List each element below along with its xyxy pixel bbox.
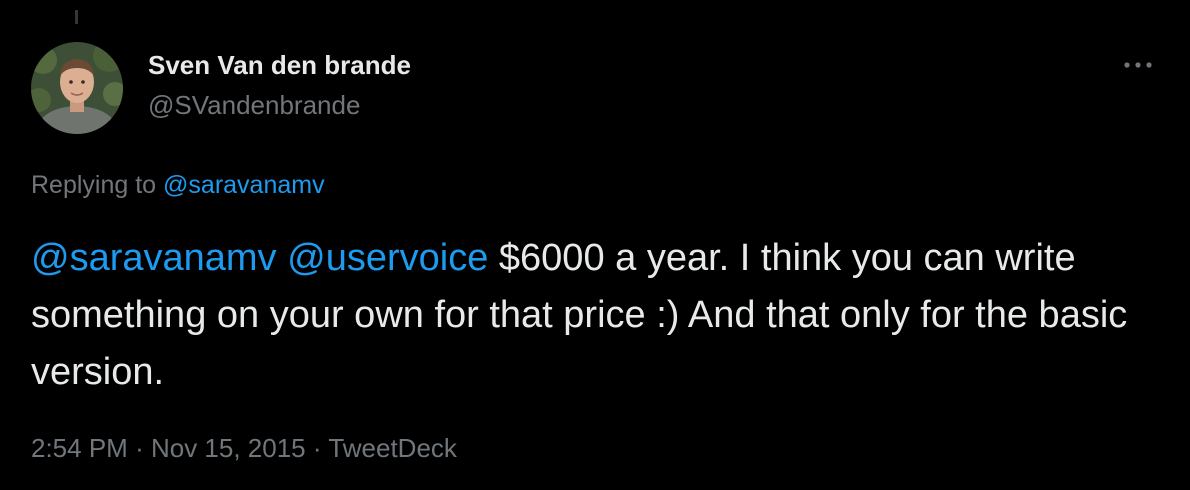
tweet-text: @saravanamv @uservoice $6000 a year. I t… — [31, 230, 1151, 401]
meta-separator: · — [135, 433, 144, 463]
replying-prefix: Replying to — [31, 171, 157, 199]
tweet-date[interactable]: Nov 15, 2015 — [151, 433, 306, 463]
tweet-metadata: 2:54 PM · Nov 15, 2015 · TweetDeck — [31, 431, 457, 465]
tweet-mention-uservoice[interactable]: @uservoice — [287, 237, 488, 279]
thread-connector-line — [75, 10, 78, 24]
replying-mention-link[interactable]: @saravanamv — [163, 171, 325, 199]
tweet-time[interactable]: 2:54 PM — [31, 433, 128, 463]
more-horizontal-icon — [1124, 62, 1152, 68]
more-options-button[interactable] — [1118, 50, 1158, 80]
author-handle[interactable]: @SVandenbrande — [148, 90, 411, 120]
replying-to: Replying to @saravanamv — [31, 170, 325, 200]
author-display-name[interactable]: Sven Van den brande — [148, 50, 411, 80]
meta-separator: · — [312, 433, 322, 463]
tweet-mention-saravanamv[interactable]: @saravanamv — [31, 237, 277, 279]
tweet-author: Sven Van den brande @SVandenbrande — [148, 50, 411, 120]
tweet-source[interactable]: TweetDeck — [328, 433, 457, 463]
avatar[interactable] — [31, 42, 123, 134]
avatar-image — [31, 42, 123, 134]
